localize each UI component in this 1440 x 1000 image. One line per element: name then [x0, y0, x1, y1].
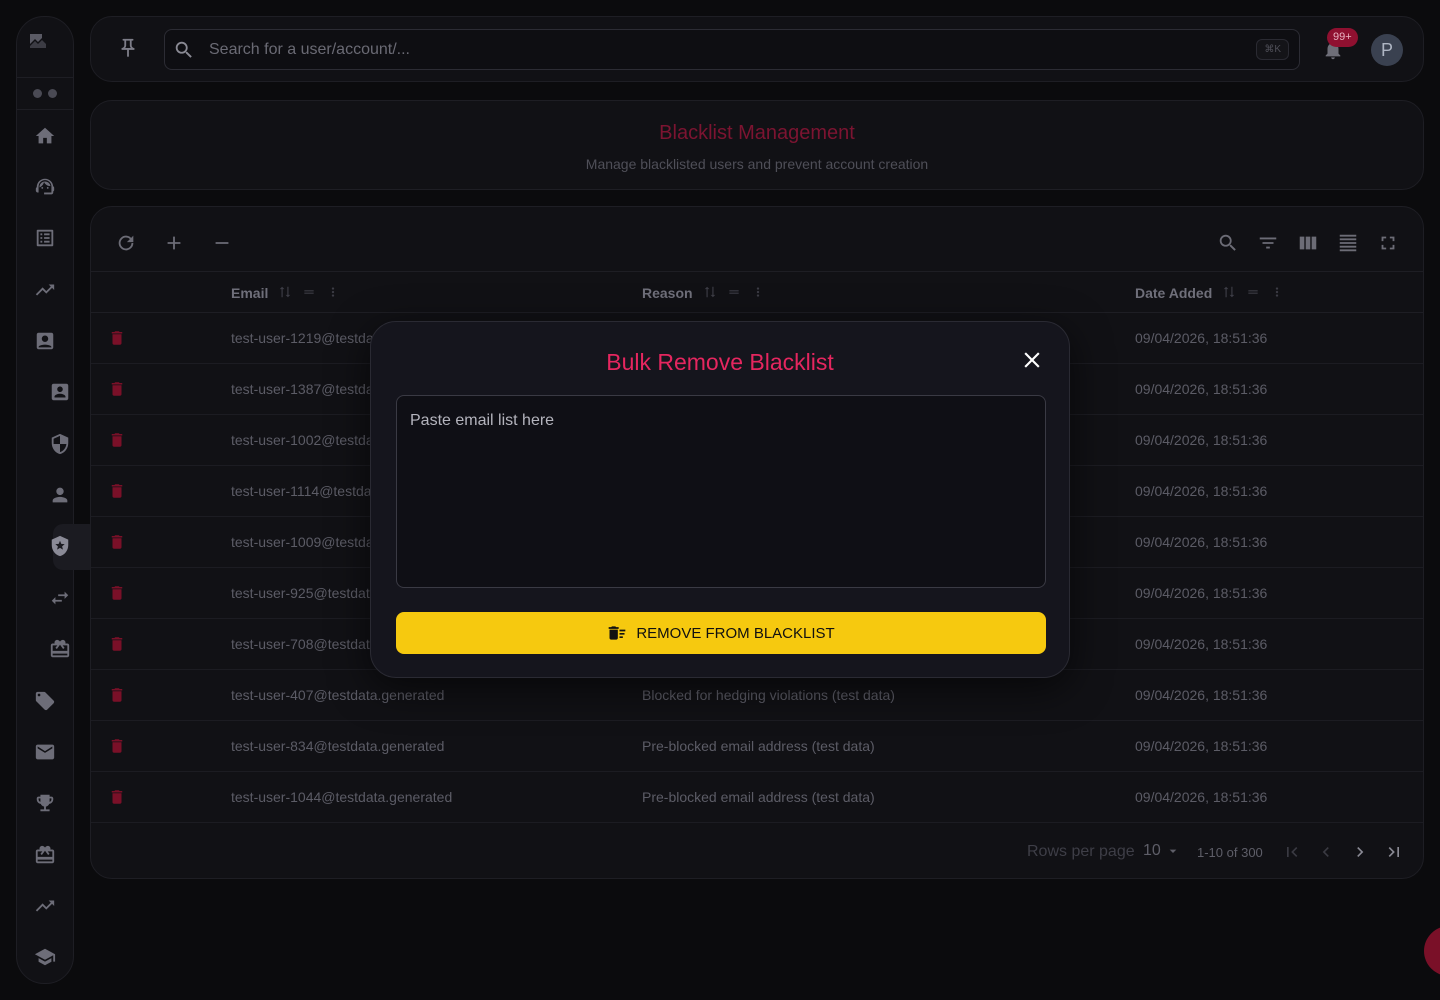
- shield-star-icon: [51, 536, 69, 557]
- dialog-title: Bulk Remove Blacklist: [606, 349, 834, 375]
- bulk-remove-dialog: Bulk Remove Blacklist REMOVE FROM BLACKL…: [370, 321, 1070, 678]
- remove-button-label: REMOVE FROM BLACKLIST: [636, 624, 835, 642]
- close-button[interactable]: [1019, 347, 1045, 373]
- delete-sweep-icon: [608, 626, 626, 640]
- close-icon: [1024, 352, 1040, 368]
- remove-from-blacklist-button[interactable]: REMOVE FROM BLACKLIST: [396, 612, 1046, 654]
- email-list-textarea[interactable]: [396, 395, 1046, 588]
